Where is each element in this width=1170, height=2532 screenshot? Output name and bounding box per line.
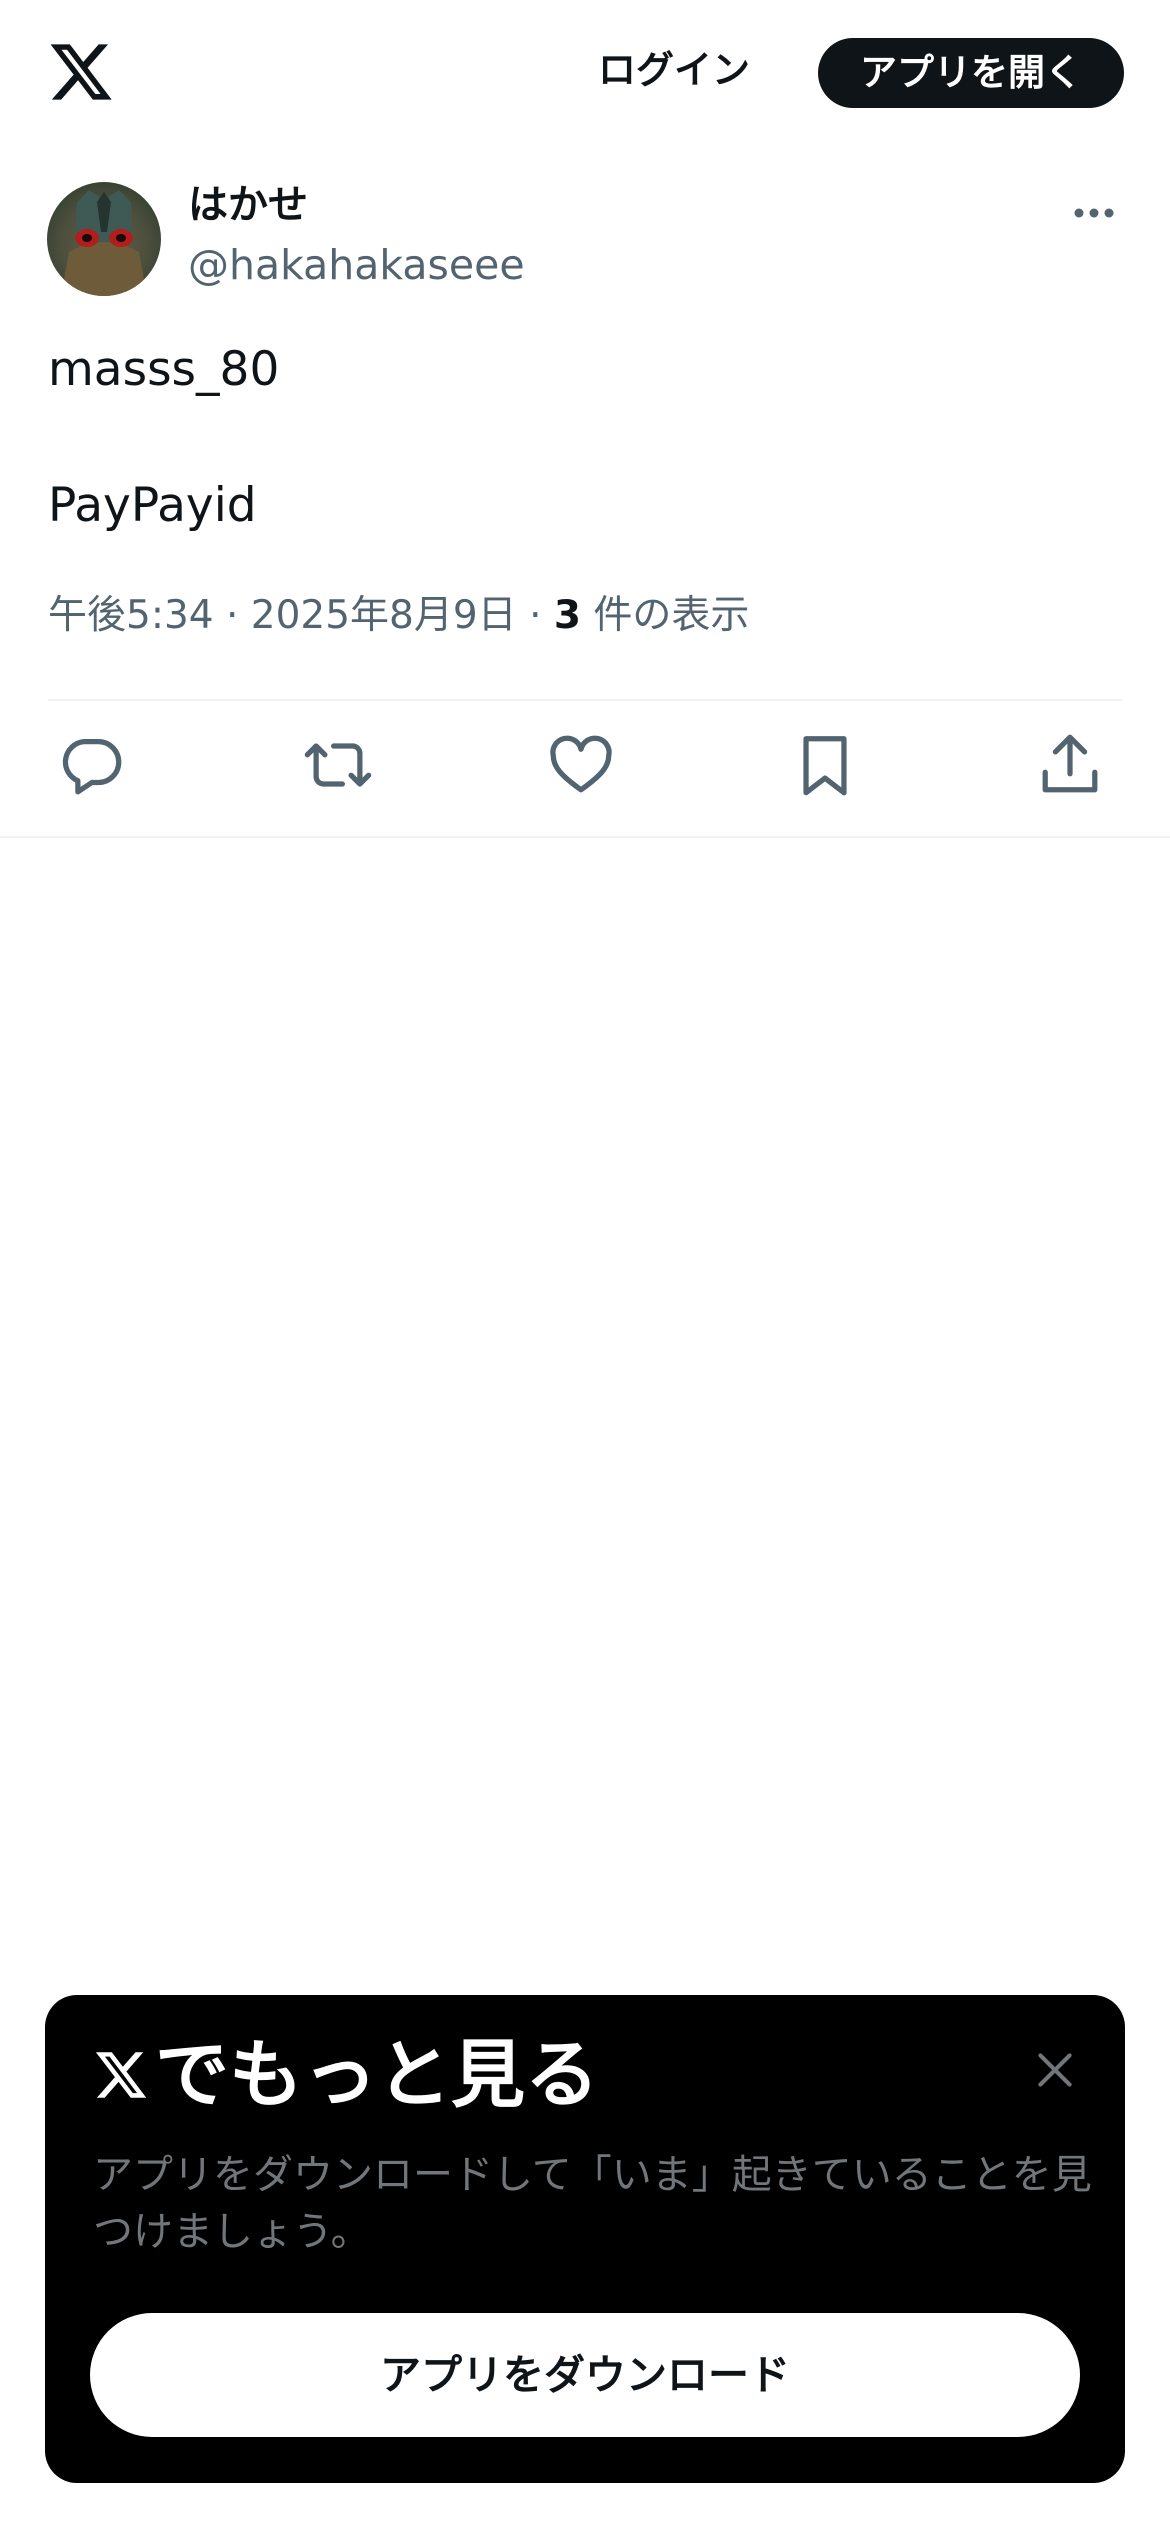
download-app-button[interactable]: アプリをダウンロード xyxy=(90,2313,1080,2437)
download-app-promo: でもっと見る アプリをダウンロードして「いま」起きていることを見つけましょう。 … xyxy=(45,1995,1125,2483)
tweet-text-line: PayPayid xyxy=(48,478,257,533)
more-dots-icon[interactable] xyxy=(1070,195,1118,231)
reply-icon[interactable] xyxy=(56,730,126,800)
author-handle[interactable]: @hakahakaseee xyxy=(188,240,525,290)
meta-separator: · xyxy=(516,593,554,638)
tweet-time[interactable]: 午後5:34 xyxy=(48,593,214,638)
close-icon[interactable] xyxy=(1030,2045,1080,2095)
divider xyxy=(48,699,1122,701)
views-label: 件の表示 xyxy=(581,593,750,638)
open-app-button[interactable]: アプリを開く xyxy=(818,38,1124,108)
meta-separator: · xyxy=(213,593,251,638)
promo-title: でもっと見る xyxy=(155,2032,599,2118)
retweet-icon[interactable] xyxy=(303,730,373,800)
tweet-text-line xyxy=(48,404,1118,472)
bookmark-icon[interactable] xyxy=(790,730,860,800)
top-bar: ログイン アプリを開く xyxy=(0,0,1170,145)
x-logo-icon[interactable] xyxy=(47,38,115,106)
tweet-meta: 午後5:34 · 2025年8月9日 · 3 件の表示 xyxy=(48,591,749,641)
heart-icon[interactable] xyxy=(546,730,616,800)
tweet-page: ログイン アプリを開く はかせ @hakahakaseee masss_80 P… xyxy=(0,0,1170,2532)
tweet-action-bar xyxy=(0,730,1170,806)
tweet-text: masss_80 PayPayid xyxy=(48,336,1118,540)
avatar[interactable] xyxy=(47,182,161,296)
x-logo-icon xyxy=(95,2052,147,2098)
avatar-image xyxy=(47,182,161,296)
author-display-name[interactable]: はかせ xyxy=(188,180,308,230)
share-icon[interactable] xyxy=(1035,730,1105,800)
tweet-text-line: masss_80 xyxy=(48,342,280,397)
divider xyxy=(0,836,1170,838)
tweet-date[interactable]: 2025年8月9日 xyxy=(251,593,517,638)
views-count: 3 xyxy=(553,593,582,638)
promo-description: アプリをダウンロードして「いま」起きていることを見つけましょう。 xyxy=(93,2152,1092,2255)
login-link[interactable]: ログイン xyxy=(598,40,750,100)
